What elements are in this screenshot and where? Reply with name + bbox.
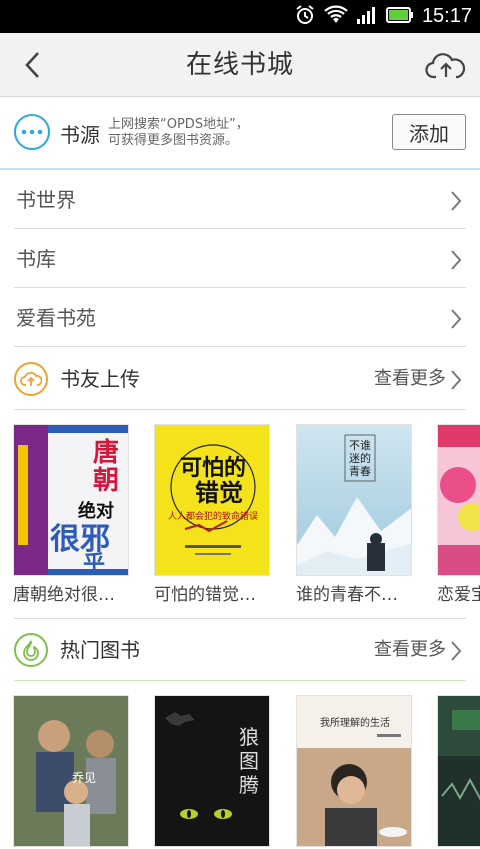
book-title: 唐朝绝对很…	[13, 585, 115, 605]
svg-text:我所理解的生活: 我所理解的生活	[320, 716, 390, 729]
battery-icon	[385, 6, 414, 27]
signal-icon	[356, 5, 378, 29]
chevron-right-icon	[451, 641, 462, 661]
book-cover	[437, 424, 480, 576]
clock-time: 15:17	[421, 5, 472, 27]
svg-text:青春: 青春	[349, 465, 371, 478]
book-source-desc-line1: 上网搜索“OPDS地址”，	[108, 117, 249, 132]
page-title: 在线书城	[185, 50, 294, 80]
book-title: 可怕的错觉…	[154, 585, 256, 605]
chevron-right-icon	[451, 250, 462, 270]
svg-text:错觉: 错觉	[195, 478, 243, 507]
chevron-right-icon	[451, 370, 462, 390]
uploads-section-title: 书友上传	[60, 367, 140, 391]
book-cover: 可怕的 错觉 人人都会犯的致命错误	[154, 424, 270, 576]
book-cover	[437, 695, 480, 847]
book-cover: 不谁 迷的 青春	[296, 424, 412, 576]
cloud-upload-icon	[425, 53, 466, 79]
book-source-desc-line2: 可获得更多图书资源。	[108, 133, 239, 148]
wifi-icon	[324, 5, 348, 29]
menu-item-shuku[interactable]: 书库	[14, 230, 466, 288]
popular-book-row: 乔见 狼 图 腾 我所理解的生活	[0, 681, 480, 849]
cloud-upload-button[interactable]	[424, 45, 468, 85]
menu-item-label: 书库	[16, 247, 56, 271]
book-title: 谁的青春不…	[296, 585, 398, 605]
menu-item-label: 书世界	[16, 188, 76, 212]
uploads-section-header: 书友上传 查看更多	[0, 348, 480, 410]
status-bar: 15:17	[0, 0, 480, 33]
uploads-see-more-link[interactable]: 查看更多	[374, 348, 446, 410]
cloud-upload-orange-icon	[14, 362, 48, 396]
svg-text:朝: 朝	[93, 465, 119, 496]
add-source-button[interactable]: 添加	[392, 114, 466, 150]
menu-item-label: 爱看书苑	[16, 306, 96, 330]
book-cover: 唐 朝 绝对 很邪 乎	[13, 424, 129, 576]
svg-text:乎: 乎	[83, 552, 105, 576]
flame-icon	[14, 633, 48, 667]
popular-section-header: 热门图书 查看更多	[0, 619, 480, 681]
alarm-icon	[294, 4, 316, 30]
svg-text:不谁: 不谁	[349, 439, 371, 452]
menu-item-aikanshuyuan[interactable]: 爱看书苑	[14, 289, 466, 347]
chevron-right-icon	[451, 191, 462, 211]
menu-item-shushijie[interactable]: 书世界	[14, 171, 466, 229]
more-dots-icon	[14, 114, 50, 150]
svg-text:图: 图	[239, 749, 259, 773]
book-cover: 乔见	[13, 695, 129, 847]
svg-text:迷的: 迷的	[349, 451, 371, 465]
svg-text:腾: 腾	[239, 773, 259, 797]
book-title: 恋爱宝	[437, 585, 480, 605]
popular-section-title: 热门图书	[60, 638, 140, 662]
svg-text:人人都会犯的致命错误: 人人都会犯的致命错误	[168, 510, 258, 522]
book-cover: 我所理解的生活	[296, 695, 412, 847]
popular-see-more-link[interactable]: 查看更多	[374, 619, 446, 681]
book-source-row: 书源 上网搜索“OPDS地址”， 可获得更多图书资源。 添加	[0, 97, 480, 170]
chevron-right-icon	[451, 309, 462, 329]
svg-text:唐: 唐	[93, 437, 119, 468]
svg-text:狼: 狼	[239, 725, 259, 749]
svg-text:绝对: 绝对	[78, 500, 114, 522]
book-source-description: 上网搜索“OPDS地址”， 可获得更多图书资源。	[108, 117, 278, 149]
uploads-book-row: 唐 朝 绝对 很邪 乎 唐朝绝对很… 可怕的 错觉 人人都会犯的致命错误 可怕的…	[0, 410, 480, 616]
title-bar: 在线书城	[0, 33, 480, 97]
book-source-title: 书源	[60, 123, 100, 147]
cover-title: 乔见	[72, 771, 96, 785]
book-cover: 狼 图 腾	[154, 695, 270, 847]
